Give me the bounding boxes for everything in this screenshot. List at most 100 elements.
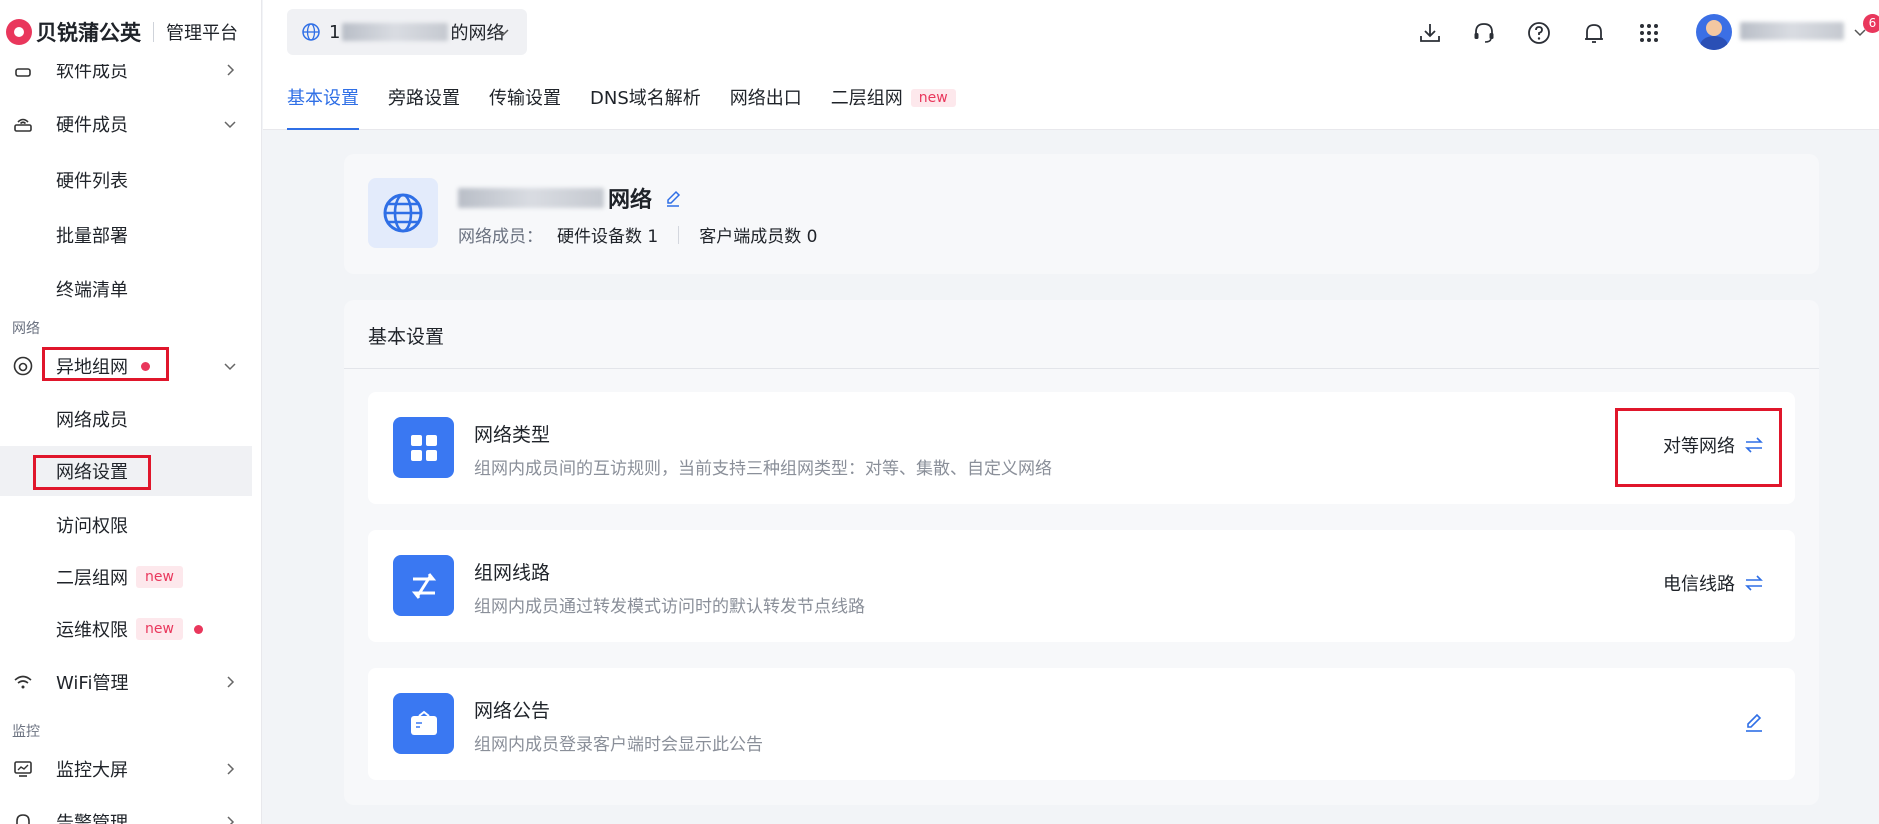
chevron-down-icon[interactable] [1852, 24, 1868, 40]
network-member-stats: 网络成员： 硬件设备数 1 客户端成员数 0 [458, 222, 817, 247]
sidebar-item-terminal-list[interactable]: 终端清单 [0, 267, 261, 311]
sidebar-item-batch-deploy[interactable]: 批量部署 [0, 213, 261, 257]
setting-description: 组网内成员通过转发模式访问时的默认转发节点线路 [474, 597, 865, 617]
sidebar-item-ops-rights[interactable]: 运维权限 new [0, 607, 261, 651]
redacted-text [458, 188, 604, 208]
network-line-switch[interactable]: 电信线路 [1663, 570, 1765, 596]
section-label-monitor: 监控 [12, 724, 40, 740]
network-summary-card: 网络 网络成员： 硬件设备数 1 客户端成员数 0 [344, 154, 1819, 274]
new-badge: new [136, 566, 183, 588]
setting-description: 组网内成员间的互访规则，当前支持三种组网类型：对等、集散、自定义网络 [474, 459, 1052, 479]
sidebar-item-label: 二层组网 [56, 568, 128, 589]
sidebar-item-layer2-network[interactable]: 二层组网 new [0, 555, 261, 599]
edit-icon[interactable] [664, 189, 682, 207]
monitor-icon [12, 758, 34, 780]
sidebar-item-label: WiFi管理 [56, 673, 129, 694]
download-icon[interactable] [1417, 20, 1443, 46]
network-icon [12, 355, 34, 377]
sidebar-item-label: 网络成员 [56, 410, 128, 431]
sidebar-item-hardware-members[interactable]: 硬件成员 [0, 102, 261, 146]
sidebar-item-label: 监控大屏 [56, 760, 128, 781]
setting-title: 组网线路 [474, 562, 551, 584]
sidebar-item-label: 硬件列表 [56, 171, 128, 192]
headset-icon[interactable] [1471, 20, 1497, 46]
sidebar-item-monitor-screen[interactable]: 监控大屏 [0, 747, 261, 791]
hardware-count: 硬件设备数 1 [557, 227, 659, 247]
chevron-down-icon [222, 116, 238, 132]
members-label: 网络成员： [458, 227, 543, 247]
sidebar-item-label: 批量部署 [56, 226, 128, 247]
tab-layer2-network[interactable]: 二层组网 new [831, 84, 956, 130]
setting-title: 网络公告 [474, 700, 551, 722]
sidebar-item-label: 访问权限 [56, 516, 128, 537]
setting-row-network-line: 组网线路 组网内成员通过转发模式访问时的默认转发节点线路 电信线路 [368, 530, 1795, 642]
setting-description: 组网内成员登录客户端时会显示此公告 [474, 735, 763, 755]
tab-label: DNS域名解析 [590, 88, 701, 109]
apps-grid-icon[interactable] [1636, 20, 1662, 46]
setting-row-network-announcement: 网络公告 组网内成员登录客户端时会显示此公告 [368, 668, 1795, 780]
globe-icon [301, 22, 321, 42]
tab-bypass-settings[interactable]: 旁路设置 [388, 84, 460, 130]
sidebar-item-network-members[interactable]: 网络成员 [0, 397, 261, 441]
highlight-box [33, 455, 151, 490]
divider [153, 22, 154, 42]
sidebar-item-hardware-list[interactable]: 硬件列表 [0, 158, 261, 202]
avatar[interactable] [1696, 14, 1732, 50]
new-badge: new [910, 89, 956, 107]
help-icon[interactable] [1526, 20, 1552, 46]
setting-title: 网络类型 [474, 424, 551, 446]
sidebar: 软件成员 硬件成员 硬件列表 批量部署 终端清单 网络 异地组网 网络成员 网络… [0, 0, 262, 824]
sidebar-item-label: 终端清单 [56, 280, 128, 301]
notification-dot [194, 625, 203, 634]
sidebar-item-access-rights[interactable]: 访问权限 [0, 503, 261, 547]
edit-icon[interactable] [1743, 712, 1765, 734]
highlight-box [1615, 408, 1782, 487]
settings-tabs: 基本设置 旁路设置 传输设置 DNS域名解析 网络出口 二层组网 new [287, 84, 985, 130]
switch-arrows-icon [1743, 572, 1765, 594]
tab-label: 传输设置 [489, 88, 561, 109]
chevron-down-icon [222, 358, 238, 374]
redacted-username [1740, 22, 1844, 40]
router-icon [12, 113, 34, 135]
divider [678, 225, 680, 244]
brand-subtitle: 管理平台 [166, 23, 238, 44]
tab-transport-settings[interactable]: 传输设置 [489, 84, 561, 130]
divider [344, 368, 1819, 369]
network-name: 网络 [458, 182, 682, 214]
highlight-box [42, 347, 169, 381]
brand-name: 贝锐蒲公英 [36, 21, 141, 45]
brand[interactable]: 贝锐蒲公英 管理平台 [0, 0, 261, 64]
sidebar-item-label: 硬件成员 [56, 115, 128, 136]
route-switch-icon [393, 555, 454, 616]
tab-basic-settings[interactable]: 基本设置 [287, 84, 359, 130]
top-header: 1 的网络 基本设置 旁路设置 传输设置 DNS域名解析 网络出口 二层组网 ne… [263, 0, 1879, 130]
tab-dns[interactable]: DNS域名解析 [590, 84, 701, 130]
chevron-right-icon [222, 814, 238, 824]
grid-icon [393, 417, 454, 478]
redacted-text [342, 23, 449, 41]
setting-value: 电信线路 [1663, 574, 1735, 595]
sidebar-item-alert-management[interactable]: 告警管理 [0, 800, 261, 824]
chevron-down-icon [495, 24, 511, 40]
settings-title: 基本设置 [368, 326, 445, 348]
globe-icon [368, 178, 438, 248]
tab-network-exit[interactable]: 网络出口 [730, 84, 802, 130]
wifi-icon [12, 671, 34, 693]
network-name-prefix: 1 [329, 21, 341, 43]
tab-label: 旁路设置 [388, 88, 460, 109]
network-name-suffix: 网络 [608, 188, 653, 213]
network-selector[interactable]: 1 的网络 [287, 9, 527, 55]
client-count: 客户端成员数 0 [699, 227, 818, 247]
tab-label: 基本设置 [287, 88, 359, 109]
new-badge: new [136, 618, 183, 640]
section-label-network: 网络 [12, 321, 40, 337]
announcement-icon [393, 693, 454, 754]
tab-label: 网络出口 [729, 88, 802, 109]
sidebar-item-label: 告警管理 [56, 813, 128, 824]
sidebar-item-wifi[interactable]: WiFi管理 [0, 660, 261, 704]
chevron-right-icon [222, 674, 238, 690]
sidebar-item-label: 运维权限 [56, 620, 128, 641]
chevron-right-icon [222, 62, 238, 78]
notification-bell-icon[interactable] [1581, 20, 1607, 46]
chevron-right-icon [222, 761, 238, 777]
